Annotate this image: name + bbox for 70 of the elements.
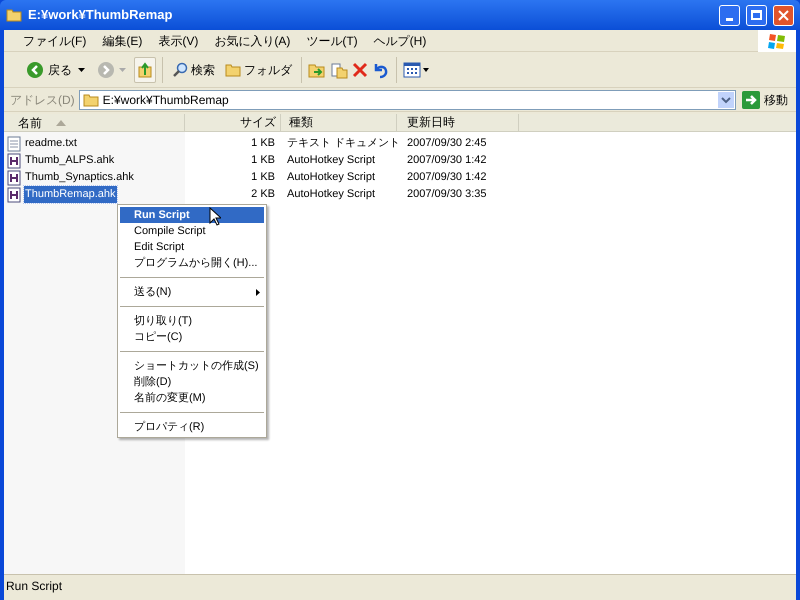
table-cell-text: 1 KB (250, 136, 276, 152)
address-field[interactable]: E:¥work¥ThumbRemap (78, 90, 736, 110)
up-folder-button[interactable] (134, 56, 156, 82)
menu-item[interactable]: Edit Script (120, 239, 264, 255)
table-cell-text: 2 KB (250, 187, 276, 202)
script-file-icon (7, 186, 21, 202)
search-button[interactable]: 検索 (169, 60, 218, 78)
menu-item[interactable]: Run Script (120, 207, 264, 223)
dropdown-arrow-icon[interactable] (78, 68, 85, 72)
column-header[interactable]: サイズ (185, 114, 281, 131)
menu-item[interactable]: 表示(V) (151, 32, 206, 50)
menu-item[interactable]: 送る(N) (120, 284, 264, 300)
menu-item[interactable]: コピー(C) (120, 329, 264, 345)
file-name[interactable]: Thumb_Synaptics.ahk (24, 169, 135, 186)
menu-item[interactable]: Compile Script (120, 223, 264, 239)
go-button[interactable]: 移動 (740, 90, 790, 108)
menu-item[interactable]: ファイル(F) (16, 32, 94, 50)
menu-item[interactable]: ヘルプ(H) (366, 32, 434, 50)
submenu-arrow-icon (256, 288, 260, 296)
address-label: アドレス(D) (10, 92, 75, 108)
column-header[interactable]: 更新日時 (397, 114, 519, 131)
menu-item[interactable]: 削除(D) (120, 374, 264, 390)
file-name[interactable]: readme.txt (24, 135, 78, 152)
status-text: Run Script (6, 578, 62, 594)
menu-item[interactable]: ツール(T) (299, 32, 365, 50)
views-grid-icon (403, 62, 421, 78)
windows-logo-icon (767, 32, 787, 50)
views-button[interactable] (403, 62, 429, 78)
table-cell-text: 1 KB (250, 153, 276, 168)
dropdown-arrow-icon (119, 68, 126, 72)
table-cell-text: 2007/09/30 2:45 (406, 136, 487, 152)
menu-item[interactable]: 切り取り(T) (120, 313, 264, 329)
script-file-icon (7, 170, 21, 186)
close-icon (778, 10, 789, 20)
menu-item[interactable]: プログラムから開く(H)... (120, 255, 264, 271)
text-file-icon (7, 136, 21, 152)
window-title: E:¥work¥ThumbRemap (28, 6, 174, 24)
menu-item[interactable]: 編集(E) (95, 32, 150, 50)
column-header[interactable]: 種類 (281, 114, 397, 131)
maximize-button[interactable] (746, 4, 767, 26)
table-cell-text: 2007/09/30 1:42 (406, 170, 487, 186)
table-cell-text: 2007/09/30 3:35 (406, 187, 487, 202)
menu-item[interactable]: お気に入り(A) (207, 32, 298, 50)
table-cell-text: AutoHotkey Script (286, 187, 376, 202)
menu-item[interactable]: 名前の変更(M) (120, 390, 264, 406)
table-cell-text: AutoHotkey Script (286, 153, 376, 168)
file-name[interactable]: Thumb_ALPS.ahk (24, 152, 116, 169)
back-button[interactable]: 戻る (24, 60, 74, 78)
script-file-icon (7, 152, 21, 168)
copy-to-icon[interactable] (330, 60, 348, 78)
menu-item[interactable]: プロパティ(R) (120, 419, 264, 435)
table-cell-text: AutoHotkey Script (286, 170, 376, 186)
column-header[interactable]: 名前 (4, 114, 185, 131)
mouse-pointer-icon (209, 207, 221, 226)
delete-icon[interactable] (352, 62, 368, 78)
folder-icon (225, 62, 241, 78)
folders-button[interactable]: フォルダ (222, 60, 295, 78)
folder-icon (6, 7, 22, 23)
close-button[interactable] (773, 4, 794, 26)
file-name[interactable]: ThumbRemap.ahk (24, 186, 116, 203)
menu-item[interactable]: ショートカットの作成(S) (120, 358, 264, 374)
folder-icon (82, 92, 99, 108)
dropdown-arrow-icon (423, 68, 429, 72)
up-folder-icon (138, 62, 152, 78)
search-icon (172, 62, 188, 78)
minimize-button[interactable] (719, 4, 740, 26)
table-cell-text: 2007/09/30 1:42 (406, 153, 487, 168)
table-cell-text: 1 KB (250, 170, 276, 186)
sort-arrow-icon (56, 120, 66, 126)
table-cell-text: テキスト ドキュメント (286, 136, 397, 152)
